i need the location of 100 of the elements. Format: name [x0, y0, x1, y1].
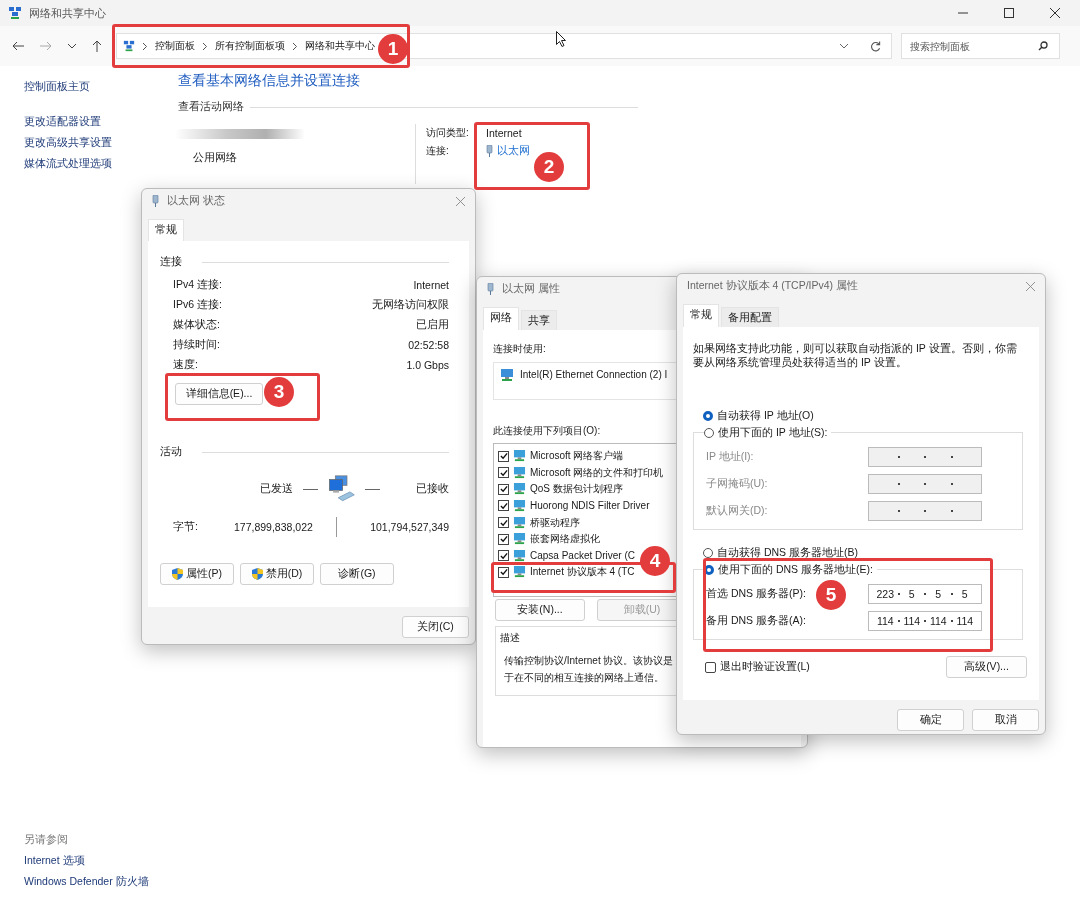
radio-button[interactable]	[704, 428, 714, 438]
list-item[interactable]: Microsoft 网络客户端	[530, 449, 624, 464]
description-text: 传输控制协议/Internet 协议。该协议是	[504, 653, 674, 668]
dialog-button[interactable]: 禁用(D)	[240, 563, 314, 585]
tab[interactable]: 网络	[483, 306, 519, 330]
field-label: 连接时使用:	[493, 341, 546, 356]
field-label: IPv4 连接:	[173, 278, 222, 292]
tab[interactable]: 备用配置	[721, 307, 779, 327]
monitor-icon	[500, 368, 514, 382]
radio-button[interactable]	[703, 548, 713, 558]
checkbox-label[interactable]: 退出时验证设置(L)	[720, 660, 810, 674]
dialog-title: 以太网 状态	[167, 194, 225, 208]
bytes-sent: 177,899,838,022	[234, 521, 314, 533]
list-item[interactable]: Microsoft 网络的文件和打印机	[530, 465, 664, 480]
plug-icon	[486, 145, 493, 157]
breadcrumb[interactable]: 网络和共享中心	[305, 39, 375, 53]
checkbox[interactable]	[498, 517, 509, 528]
checkbox[interactable]	[498, 550, 509, 562]
field-label: 子网掩码(U):	[706, 477, 768, 491]
field-label: 速度:	[173, 358, 198, 372]
field-value: 1.0 Gbps	[406, 359, 449, 371]
list-item[interactable]: Capsa Packet Driver (C	[530, 550, 636, 562]
close-button[interactable]: 关闭(C)	[402, 616, 469, 638]
field-label: 访问类型:	[426, 126, 470, 140]
ip-address-field[interactable]: 114 114 114 114	[868, 611, 982, 631]
sidebar-link[interactable]: Internet 选项	[24, 854, 85, 868]
details-button[interactable]: 详细信息(E)...	[175, 383, 263, 405]
breadcrumb[interactable]: 所有控制面板项	[215, 39, 285, 53]
checkbox[interactable]	[498, 533, 509, 545]
tab[interactable]: 常规	[148, 219, 184, 241]
checkbox[interactable]	[498, 566, 509, 578]
radio-button[interactable]	[703, 411, 713, 421]
field-value: 02:52:58	[408, 339, 449, 351]
monitor-icon	[513, 549, 526, 562]
section-heading: 查看活动网络	[178, 100, 244, 114]
monitor-icon	[513, 533, 526, 546]
network-icon	[8, 6, 22, 20]
dialog-button[interactable]: 属性(P)	[160, 563, 234, 585]
list-item[interactable]: 桥驱动程序	[530, 515, 580, 530]
close-icon[interactable]	[1050, 8, 1060, 18]
list-item[interactable]: Huorong NDIS Filter Driver	[530, 500, 650, 512]
checkbox[interactable]	[705, 661, 716, 673]
checkbox[interactable]	[498, 483, 509, 495]
monitor-icon	[513, 483, 526, 496]
field-label: 媒体状态:	[173, 318, 220, 332]
adapter-name: Intel(R) Ethernet Connection (2) I	[520, 368, 668, 380]
radio-button[interactable]	[704, 565, 714, 575]
field-label: 备用 DNS 服务器(A):	[706, 614, 806, 628]
list-item[interactable]: 嵌套网络虚拟化	[530, 532, 600, 547]
sidebar-link[interactable]: 更改适配器设置	[24, 115, 101, 129]
mouse-cursor-icon	[556, 31, 567, 47]
checkbox[interactable]	[498, 450, 509, 462]
search-icon[interactable]	[1038, 41, 1048, 51]
step-marker: 2	[534, 152, 564, 182]
chevron-down-icon[interactable]	[840, 43, 848, 49]
field-label: 持续时间:	[173, 338, 220, 352]
checkbox[interactable]	[498, 500, 509, 512]
group-label: 描述	[500, 630, 520, 645]
sidebar-link[interactable]: 更改高级共享设置	[24, 136, 112, 150]
sidebar-link[interactable]: Windows Defender 防火墙	[24, 875, 149, 889]
list-item[interactable]: QoS 数据包计划程序	[530, 482, 623, 497]
page-heading: 查看基本网络信息并设置连接	[178, 72, 361, 90]
search-field[interactable]: 搜索控制面板	[901, 33, 1060, 59]
dialog-title: Internet 协议版本 4 (TCP/IPv4) 属性	[687, 279, 859, 293]
ok-button[interactable]: 确定	[897, 709, 964, 731]
up-arrow-icon[interactable]	[92, 40, 102, 52]
monitor-icon	[513, 466, 526, 479]
radio-label[interactable]: 自动获得 DNS 服务器地址(B)	[717, 546, 858, 560]
plug-icon	[152, 195, 159, 207]
cancel-button[interactable]: 取消	[972, 709, 1039, 731]
checkbox[interactable]	[498, 467, 509, 479]
field-label: 字节:	[173, 520, 199, 534]
network-icon	[123, 40, 135, 52]
field-label: IPv6 连接:	[173, 298, 222, 312]
advanced-button[interactable]: 高级(V)...	[946, 656, 1027, 678]
ip-address-field[interactable]: 223 5 5 5	[868, 584, 982, 604]
dialog-button[interactable]: 安装(N)...	[495, 598, 585, 621]
refresh-icon[interactable]	[870, 40, 881, 52]
monitor-icon	[513, 450, 526, 463]
plug-icon	[487, 282, 494, 295]
radio-label[interactable]: 自动获得 IP 地址(O)	[717, 409, 814, 423]
connection-link[interactable]: 以太网	[497, 144, 530, 158]
list-item[interactable]: Internet 协议版本 4 (TC	[530, 565, 635, 580]
breadcrumb[interactable]: 控制面板	[155, 39, 195, 53]
field-label: 默认网关(D):	[706, 504, 768, 518]
bytes-received: 101,794,527,349	[370, 521, 449, 533]
field-value: Internet	[486, 127, 522, 139]
dialog-title: 以太网 属性	[502, 281, 560, 296]
group-label: 连接	[160, 255, 182, 269]
dialog-button[interactable]: 诊断(G)	[320, 563, 394, 585]
sidebar-link[interactable]: 媒体流式处理选项	[24, 157, 112, 171]
maximize-icon[interactable]	[1004, 8, 1014, 18]
back-arrow-icon[interactable]	[12, 41, 24, 51]
field-value: Internet	[413, 279, 449, 291]
field-label: IP 地址(I):	[706, 450, 754, 464]
chevron-down-icon[interactable]	[68, 43, 76, 49]
sidebar-link[interactable]: 控制面板主页	[24, 80, 90, 94]
tab[interactable]: 共享	[521, 309, 557, 330]
shield-icon	[172, 568, 183, 580]
tab[interactable]: 常规	[683, 304, 719, 327]
